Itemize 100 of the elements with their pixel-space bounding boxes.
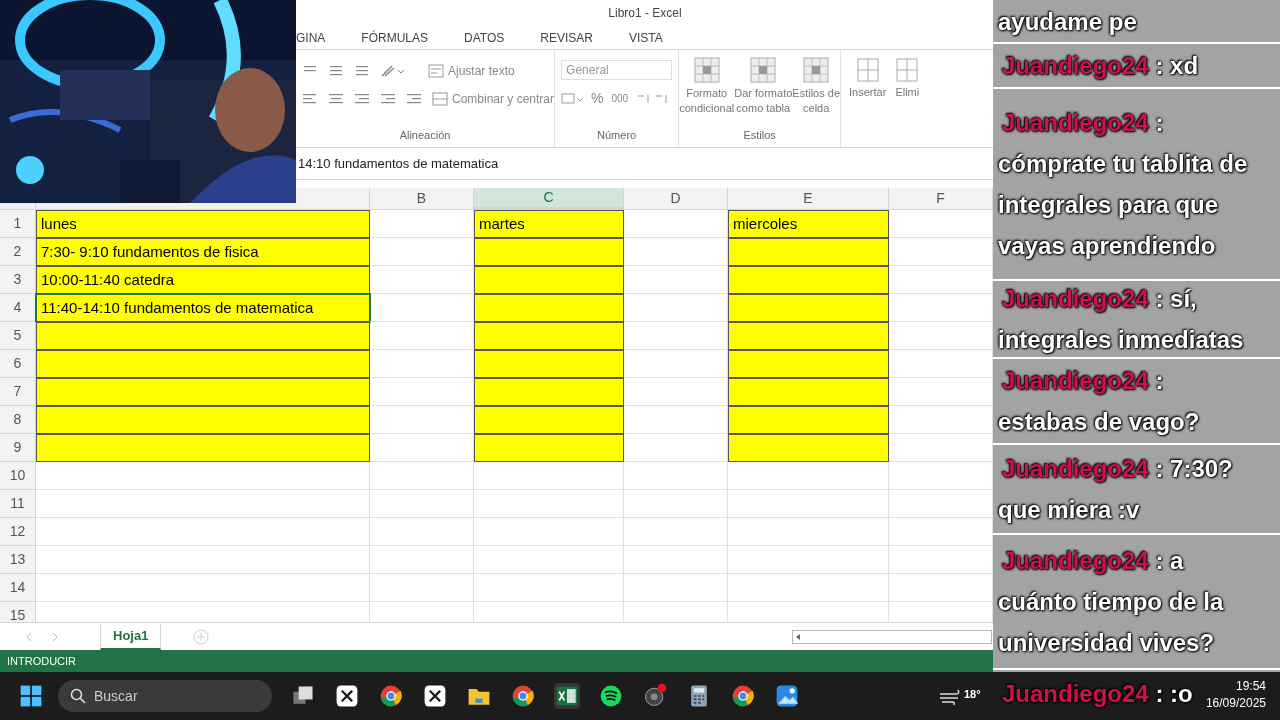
table-cell[interactable] [728, 294, 889, 322]
horizontal-scrollbar[interactable] [792, 629, 993, 644]
table-cell[interactable] [474, 238, 624, 266]
delete-button[interactable]: Elimi [894, 56, 921, 147]
chat-message: Juandiego24 : a cuánto tiempo de la universidad vives? [998, 546, 1225, 658]
spreadsheet-icon[interactable] [554, 683, 580, 709]
wrap-text-button[interactable]: Ajustar texto [428, 62, 515, 80]
browser-icon[interactable] [378, 683, 404, 709]
row-header[interactable]: 15 [0, 602, 36, 622]
row-header[interactable]: 11 [0, 490, 36, 518]
table-cell[interactable] [474, 406, 624, 434]
table-cell[interactable] [728, 322, 889, 350]
browser-icon[interactable] [510, 683, 536, 709]
column-header[interactable]: D [624, 188, 728, 209]
table-cell[interactable] [728, 350, 889, 378]
search-field[interactable]: Buscar [58, 680, 272, 712]
row-header[interactable]: 3 [0, 266, 36, 294]
row-header[interactable]: 7 [0, 378, 36, 406]
table-cell[interactable]: 10:00-11:40 catedra [36, 266, 370, 294]
table-cell[interactable] [728, 238, 889, 266]
table-grid-icon [854, 56, 881, 84]
table-cell[interactable]: martes [474, 210, 624, 238]
table-cell[interactable] [36, 378, 370, 406]
next-sheet-icon[interactable] [52, 631, 58, 642]
table-cell[interactable]: 7:30- 9:10 fundamentos de fisica [36, 238, 370, 266]
table-grid-icon [691, 56, 722, 86]
formula-bar-text[interactable]: 14:10 fundamentos de matematica [298, 153, 499, 174]
row-header[interactable]: 13 [0, 546, 36, 574]
conditional-format-button[interactable]: Formato condicional [679, 56, 735, 127]
row-header[interactable]: 2 [0, 238, 36, 266]
music-app-icon[interactable] [598, 683, 624, 709]
table-grid-icon [801, 56, 832, 86]
table-cell[interactable] [728, 406, 889, 434]
table-cell[interactable] [474, 322, 624, 350]
orientation-icon[interactable] [380, 64, 404, 78]
table-cell[interactable] [474, 266, 624, 294]
row-header[interactable]: 12 [0, 518, 36, 546]
weather-temperature[interactable]: 18° [964, 686, 981, 703]
row-header[interactable]: 10 [0, 462, 36, 490]
table-cell[interactable] [728, 378, 889, 406]
row-header[interactable]: 5 [0, 322, 36, 350]
table-cell[interactable]: lunes [36, 210, 370, 238]
row-header[interactable]: 4 [0, 294, 36, 322]
row-header[interactable]: 6 [0, 350, 36, 378]
table-grid-icon [894, 56, 921, 84]
app-icon[interactable] [422, 683, 448, 709]
align-bottom-icon[interactable] [354, 64, 370, 78]
table-cell[interactable] [474, 350, 624, 378]
row-header[interactable]: 14 [0, 574, 36, 602]
cell-styles-button[interactable]: Estilos de celda [792, 56, 840, 127]
table-cell[interactable]: miercoles [728, 210, 889, 238]
row-header[interactable]: 9 [0, 434, 36, 462]
recording-app-icon[interactable] [642, 683, 668, 709]
table-cell[interactable]: 11:40-14:10 fundamentos de matematica [36, 294, 370, 322]
increase-indent-icon[interactable] [406, 92, 422, 106]
group-label: Estilos [742, 127, 777, 143]
align-right-icon[interactable] [354, 92, 370, 106]
table-cell[interactable] [728, 434, 889, 462]
currency-icon[interactable] [561, 91, 584, 106]
column-header[interactable]: E [728, 188, 889, 209]
chat-message: Juandiego24 : sí, integrales inmediatas [998, 284, 1245, 355]
ribbon-tab[interactable]: VISTA [612, 28, 679, 47]
prev-sheet-icon[interactable] [26, 631, 32, 642]
row-header[interactable]: 1 [0, 210, 36, 238]
align-middle-icon[interactable] [328, 64, 344, 78]
ribbon-tab[interactable]: REVISAR [524, 28, 609, 47]
ribbon-tab[interactable]: GINA [296, 28, 342, 47]
thousands-button[interactable]: 000 [611, 91, 629, 106]
align-left-icon[interactable] [302, 92, 318, 106]
decrease-indent-icon[interactable] [380, 92, 396, 106]
sheet-tab[interactable]: Hoja1 [100, 623, 162, 650]
group-label: Alineación [398, 127, 452, 143]
table-cell[interactable] [474, 378, 624, 406]
column-header[interactable]: C [474, 188, 624, 209]
browser-icon[interactable] [730, 683, 756, 709]
format-table-button[interactable]: Dar formato como tabla [734, 56, 793, 127]
table-cell[interactable] [36, 350, 370, 378]
table-cell[interactable] [728, 266, 889, 294]
clock-date[interactable]: 16/09/2025 [1205, 695, 1266, 712]
insert-button[interactable]: Insertar [849, 56, 887, 147]
percent-button[interactable]: % [591, 88, 604, 109]
clock-time[interactable]: 19:54 [1235, 678, 1266, 695]
windows-logo-icon[interactable] [18, 683, 44, 709]
table-cell[interactable] [36, 434, 370, 462]
dropdown-value: General [566, 62, 609, 79]
chat-message: Juandiego24 : estabas de vago? [998, 366, 1201, 437]
table-cell[interactable] [36, 322, 370, 350]
row-header[interactable]: 8 [0, 406, 36, 434]
chat-message: Juandiego24 : :o [1001, 679, 1194, 709]
merge-center-button[interactable]: Combinar y centrar [432, 90, 555, 108]
table-cell[interactable] [474, 294, 624, 322]
ribbon-tab[interactable]: DATOS [448, 28, 521, 47]
app-icon[interactable] [334, 683, 360, 709]
ribbon-tab[interactable]: FÓRMULAS [345, 28, 445, 47]
photos-icon[interactable] [774, 683, 800, 709]
status-mode: INTRODUCIR [7, 653, 77, 669]
add-sheet-icon[interactable] [193, 628, 210, 645]
align-center-icon[interactable] [328, 92, 344, 106]
table-cell[interactable] [474, 434, 624, 462]
table-cell[interactable] [36, 406, 370, 434]
